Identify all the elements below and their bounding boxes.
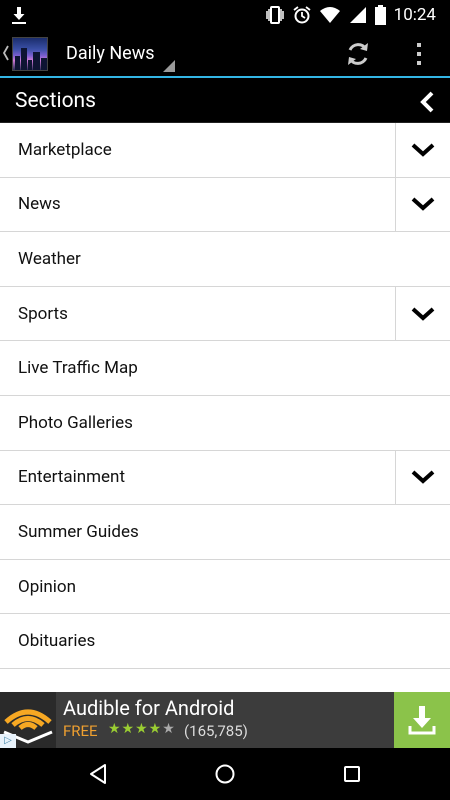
section-label: Opinion [18, 576, 76, 597]
chevron-down-icon [411, 197, 435, 212]
ad-choices-icon[interactable]: ▷ [0, 734, 16, 748]
chevron-down-icon [411, 470, 435, 485]
app-title[interactable]: Daily News [66, 43, 155, 64]
back-chevron-icon[interactable] [2, 44, 10, 62]
ad-rating-count: (165,785) [184, 722, 248, 740]
section-label: Photo Galleries [18, 412, 133, 433]
section-item-weather[interactable]: Weather [0, 232, 450, 287]
section-item-partial[interactable] [0, 669, 450, 692]
nav-home-icon[interactable] [213, 762, 237, 786]
section-label: News [18, 194, 61, 215]
dropdown-indicator-icon [163, 60, 175, 72]
alarm-icon [293, 6, 311, 24]
section-label: Obituaries [18, 631, 96, 652]
sections-header: Sections [0, 80, 450, 123]
sections-list: Marketplace News Weather Sports Live Tra… [0, 123, 450, 692]
wifi-icon [319, 7, 340, 23]
section-item-marketplace[interactable]: Marketplace [0, 123, 450, 178]
action-bar: Daily News [0, 30, 450, 78]
signal-icon [349, 7, 366, 23]
expand-button[interactable] [395, 177, 450, 232]
sections-title: Sections [15, 89, 96, 113]
section-item-photo-galleries[interactable]: Photo Galleries [0, 396, 450, 451]
ad-banner[interactable]: Audible for Android FREE ★★★★★ (165,785)… [0, 692, 450, 748]
section-item-summer-guides[interactable]: Summer Guides [0, 505, 450, 560]
expand-button[interactable] [395, 450, 450, 505]
expand-button[interactable] [395, 286, 450, 341]
nav-back-icon[interactable] [86, 762, 110, 786]
navigation-bar [0, 748, 450, 800]
chevron-down-icon [411, 307, 435, 321]
ad-price: FREE [63, 722, 98, 740]
ad-title: Audible for Android [63, 696, 235, 720]
section-label: Weather [18, 248, 81, 269]
expand-button[interactable] [395, 123, 450, 177]
clock-time: 10:24 [393, 5, 436, 25]
chevron-down-icon [411, 143, 435, 157]
collapse-chevron-icon[interactable] [418, 91, 436, 113]
section-item-live-traffic-map[interactable]: Live Traffic Map [0, 341, 450, 396]
section-label: Sports [18, 303, 68, 324]
section-item-entertainment[interactable]: Entertainment [0, 450, 450, 506]
overflow-menu-icon[interactable] [409, 41, 429, 67]
status-bar: 10:24 [0, 0, 450, 30]
battery-icon [374, 5, 386, 25]
ad-install-button[interactable] [394, 692, 450, 748]
download-arrow-icon [408, 706, 436, 735]
app-logo-thumbnail[interactable] [12, 37, 48, 71]
section-item-opinion[interactable]: Opinion [0, 560, 450, 615]
section-item-obituaries[interactable]: Obituaries [0, 614, 450, 669]
section-item-sports[interactable]: Sports [0, 286, 450, 342]
section-label: Live Traffic Map [18, 358, 138, 379]
rating-stars-icon: ★★★★★ [108, 721, 176, 737]
refresh-icon[interactable] [344, 40, 372, 68]
section-label: Summer Guides [18, 521, 139, 542]
download-icon [12, 7, 26, 24]
section-label: Marketplace [18, 139, 112, 160]
section-item-news[interactable]: News [0, 177, 450, 233]
section-label: Entertainment [18, 467, 126, 488]
vibrate-icon [265, 6, 284, 24]
nav-recents-icon[interactable] [340, 762, 364, 786]
